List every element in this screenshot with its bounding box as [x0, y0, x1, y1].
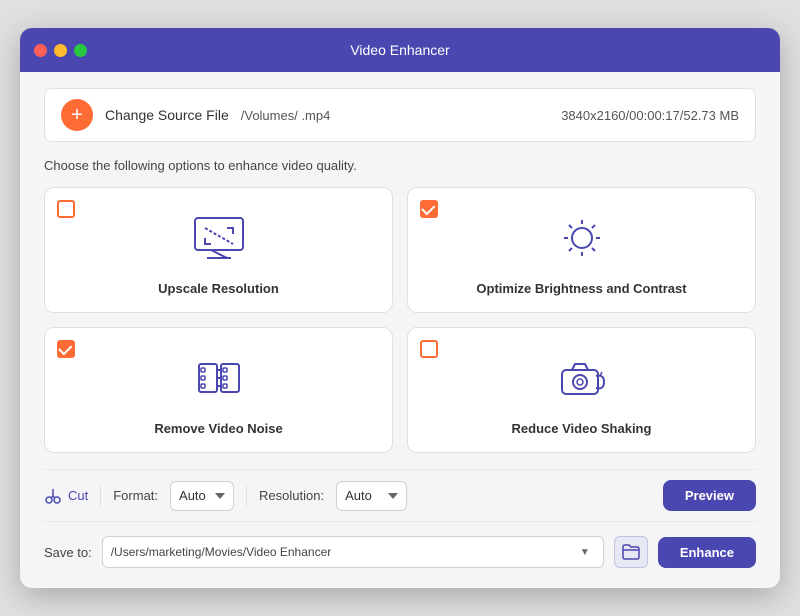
cut-button[interactable]: Cut: [44, 487, 88, 505]
separator-1: [100, 486, 101, 506]
add-source-button[interactable]: +: [61, 99, 93, 131]
noise-label: Remove Video Noise: [154, 421, 282, 436]
resolution-label: Resolution:: [259, 488, 324, 503]
main-window: Video Enhancer + Change Source File /Vol…: [20, 28, 780, 588]
checkbox-shaking[interactable]: [420, 340, 438, 358]
format-select[interactable]: Auto MP4 MOV AVI MKV: [170, 481, 234, 511]
option-card-shaking[interactable]: Reduce Video Shaking: [407, 327, 756, 453]
brightness-label: Optimize Brightness and Contrast: [476, 281, 686, 296]
film-icon: [191, 354, 247, 407]
subtitle-text: Choose the following options to enhance …: [44, 158, 756, 173]
option-card-noise[interactable]: Remove Video Noise: [44, 327, 393, 453]
monitor-icon: [191, 214, 247, 267]
option-card-upscale[interactable]: Upscale Resolution: [44, 187, 393, 313]
checkbox-upscale[interactable]: [57, 200, 75, 218]
resolution-select[interactable]: Auto 720p 1080p 4K: [336, 481, 407, 511]
folder-icon: [622, 544, 640, 560]
close-button[interactable]: [34, 44, 47, 57]
minimize-button[interactable]: [54, 44, 67, 57]
cut-label: Cut: [68, 488, 88, 503]
preview-button[interactable]: Preview: [663, 480, 756, 511]
shaking-label: Reduce Video Shaking: [512, 421, 652, 436]
toolbar: Cut Format: Auto MP4 MOV AVI MKV Resolut…: [44, 469, 756, 522]
source-meta: 3840x2160/00:00:17/52.73 MB: [561, 108, 739, 123]
option-card-brightness[interactable]: Optimize Brightness and Contrast: [407, 187, 756, 313]
save-path-container: /Users/marketing/Movies/Video Enhancer ▼: [102, 536, 604, 568]
bottom-bar: Save to: /Users/marketing/Movies/Video E…: [44, 536, 756, 568]
path-dropdown-icon[interactable]: ▼: [575, 542, 595, 562]
save-path-text: /Users/marketing/Movies/Video Enhancer: [111, 545, 575, 559]
format-label: Format:: [113, 488, 158, 503]
content-area: + Change Source File /Volumes/ .mp4 3840…: [20, 72, 780, 588]
camera-icon: [554, 354, 610, 407]
maximize-button[interactable]: [74, 44, 87, 57]
upscale-label: Upscale Resolution: [158, 281, 279, 296]
save-to-label: Save to:: [44, 545, 92, 560]
scissors-icon: [44, 487, 62, 505]
browse-folder-button[interactable]: [614, 536, 648, 568]
window-title: Video Enhancer: [350, 42, 449, 58]
options-grid: Upscale Resolution: [44, 187, 756, 453]
source-file-path: /Volumes/ .mp4: [241, 108, 549, 123]
enhance-button[interactable]: Enhance: [658, 537, 756, 568]
sun-icon: [554, 214, 610, 267]
titlebar: Video Enhancer: [20, 28, 780, 72]
checkbox-brightness[interactable]: [420, 200, 438, 218]
separator-2: [246, 486, 247, 506]
checkbox-noise[interactable]: [57, 340, 75, 358]
change-source-label: Change Source File: [105, 107, 229, 123]
source-bar: + Change Source File /Volumes/ .mp4 3840…: [44, 88, 756, 142]
window-controls: [34, 44, 87, 57]
